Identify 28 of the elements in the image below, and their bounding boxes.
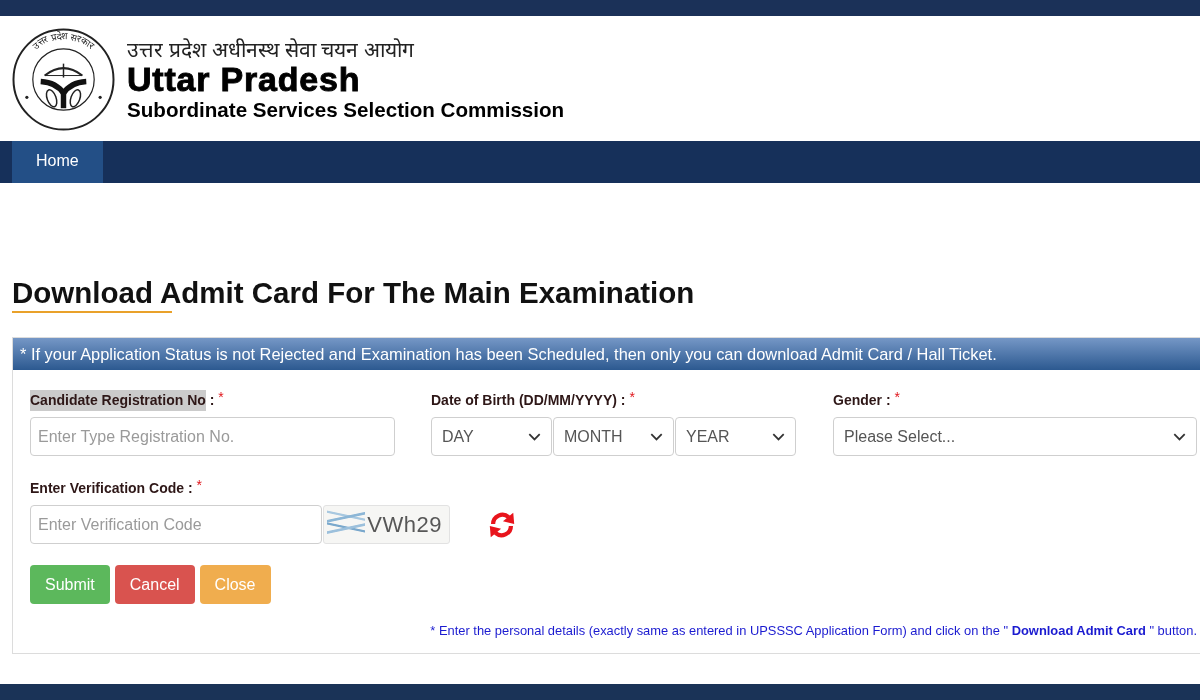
dropdown[interactable]: DAY [431,417,552,456]
org-title: Uttar Pradesh [127,62,361,97]
chevron-down-icon [772,432,785,441]
required-asterisk: * [196,479,203,491]
notice-banner: * If your Application Status is not Rejected and Examination has been Scheduled, then only you can download Admit Card / Hall Ticket. [13,338,1200,370]
input-field[interactable]: Enter Type Registration No. [30,417,395,456]
input-field[interactable]: Enter Verification Code [30,505,322,544]
dropdown[interactable]: MONTH [553,417,674,456]
dropdown[interactable]: YEAR [675,417,796,456]
required-asterisk: * [218,391,224,403]
captcha-text: VWh29 [367,511,442,538]
nav-tab[interactable]: Home [12,141,103,183]
cancel-button[interactable]: Cancel [114,565,195,604]
chevron-down-icon [650,432,663,441]
instruction-note: * Enter the personal details (exactly same as entered in UPSSSC Application Form) and click on the " Download Admit Card " button. [429,623,1197,639]
required-asterisk: * [894,391,901,403]
field-label: Enter Verification Code : [30,479,193,497]
field-label: Date of Birth (DD/MM/YYYY) : [431,391,626,409]
field-label: Candidate Registration No : [30,391,215,409]
dropdown[interactable]: Please Select... [833,417,1197,456]
required-asterisk: * [629,391,635,403]
emblem-logo: उत्तर प्रदेश सरकार [12,28,115,131]
chevron-down-icon [528,432,541,441]
chevron-down-icon [1173,432,1186,441]
org-subtitle: Subordinate Services Selection Commission [127,97,565,122]
page-title: Download Admit Card For The Main Examination [12,276,695,309]
field-label: Gender : [833,391,891,409]
hindi-title: उत्तर प्रदेश अधीनस्थ सेवा चयन आयोग [127,37,415,62]
